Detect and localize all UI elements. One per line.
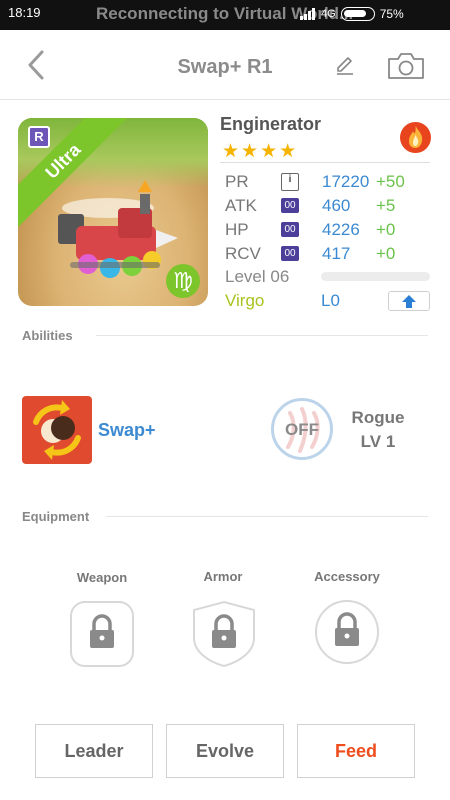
equip-label-armor: Armor <box>203 569 243 584</box>
toggle-text: OFF <box>285 420 319 439</box>
stat-bonus: +0 <box>376 244 396 263</box>
equipment-section-title: Equipment <box>22 509 90 524</box>
network-label: 4G <box>321 8 336 20</box>
star-icon: ★ <box>279 141 297 162</box>
feed-button[interactable]: Feed <box>297 724 415 778</box>
battery-percent: 75% <box>379 7 404 21</box>
level-progress-bar <box>321 272 430 281</box>
card-art: Ultra R ♍ <box>18 118 208 306</box>
weapon-slot-locked[interactable] <box>69 600 135 668</box>
divider <box>106 516 428 517</box>
swap-icon <box>33 400 81 460</box>
limit-break-level: L0 <box>321 291 340 310</box>
ability-toggle-off[interactable]: OFF <box>271 398 333 460</box>
edit-pencil-icon[interactable] <box>334 54 356 76</box>
arrow-up-icon <box>402 295 416 308</box>
stat-row-pr: PR i 17220 +50 <box>225 172 435 194</box>
equip-label-accessory: Accessory <box>314 569 380 584</box>
stat-label: ATK <box>225 196 257 215</box>
zodiac-label: Virgo <box>225 291 265 310</box>
star-icon: ★ <box>222 141 240 162</box>
abilities-section-title: Abilities <box>22 328 73 343</box>
armor-slot-locked[interactable] <box>191 600 257 668</box>
page-title: Swap+ R1 <box>177 56 273 78</box>
info-icon[interactable]: i <box>281 173 299 191</box>
swap-ability-icon[interactable] <box>22 396 92 464</box>
stat-bonus: +5 <box>376 196 396 215</box>
camera-icon[interactable] <box>386 51 426 81</box>
stat-value: 4226 <box>322 220 360 239</box>
stat-bonus: +0 <box>376 220 396 239</box>
stat-bonus: +50 <box>376 172 405 191</box>
divider <box>220 162 430 163</box>
leader-button[interactable]: Leader <box>35 724 153 778</box>
star-icon: ★ <box>241 141 259 162</box>
upgrade-button[interactable] <box>388 291 430 311</box>
class-level: LV 1 <box>360 432 396 451</box>
zodiac-virgo-icon: ♍ <box>166 264 200 298</box>
stat-row-atk: ATK 00 460 +5 <box>225 196 435 218</box>
stat-value: 417 <box>322 244 351 263</box>
divider <box>96 335 428 336</box>
stat-value: 460 <box>322 196 351 215</box>
star-icon: ★ <box>260 141 278 162</box>
class-name: Rogue <box>351 408 405 427</box>
status-time: 18:19 <box>8 5 41 20</box>
stat-label: HP <box>225 220 249 239</box>
stat-value: 17220 <box>322 172 370 191</box>
character-name: Enginerator <box>220 114 322 134</box>
engine-character-image <box>58 180 178 278</box>
stat-badge-icon: 00 <box>281 198 299 213</box>
ability-name[interactable]: Swap+ <box>98 420 156 441</box>
level-label: Level 06 <box>225 267 290 286</box>
rarity-badge: R <box>28 126 50 148</box>
stat-row-hp: HP 00 4226 +0 <box>225 220 435 242</box>
stat-label: RCV <box>225 244 261 263</box>
stat-label: PR <box>225 172 249 191</box>
signal-icon <box>300 8 315 20</box>
battery-icon <box>340 7 375 21</box>
page-header: Swap+ R1 <box>0 30 450 100</box>
accessory-slot-locked[interactable] <box>314 598 380 666</box>
stat-badge-icon: 00 <box>281 246 299 261</box>
stat-badge-icon: 00 <box>281 222 299 237</box>
status-bar: 18:19 Reconnecting to Virtual World... 4… <box>0 0 450 30</box>
fire-icon <box>400 122 431 153</box>
status-icons: 4G 75% <box>300 6 404 22</box>
star-rating: ★ ★ ★ ★ <box>222 140 296 163</box>
stat-row-rcv: RCV 00 417 +0 <box>225 244 435 266</box>
evolve-button[interactable]: Evolve <box>166 724 284 778</box>
equip-label-weapon: Weapon <box>76 570 128 585</box>
